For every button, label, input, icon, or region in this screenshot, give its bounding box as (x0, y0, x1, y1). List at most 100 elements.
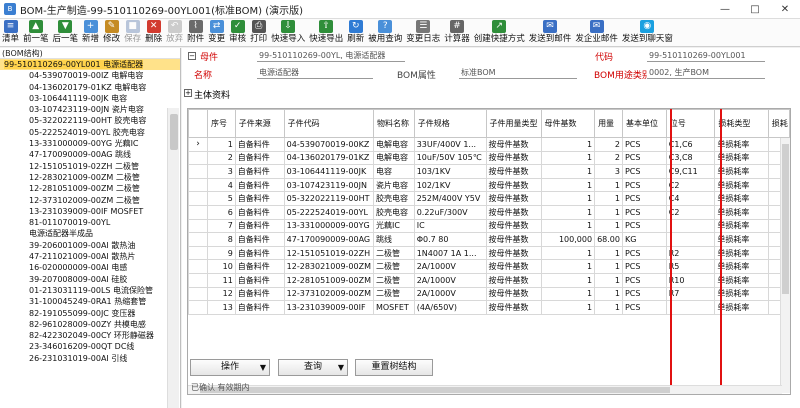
table-cell[interactable]: 3 (207, 164, 236, 179)
table-cell[interactable]: 自备料件 (234, 177, 285, 193)
table-cell[interactable] (665, 300, 716, 315)
table-cell[interactable]: 1 (540, 150, 596, 166)
tree-item[interactable]: 13-231039009-00IF MOSFET (0, 206, 180, 217)
row-selector[interactable] (188, 259, 208, 274)
table-cell[interactable]: 1 (594, 300, 623, 315)
minimize-button[interactable]: — (710, 0, 740, 19)
close-button[interactable]: ✕ (770, 0, 800, 19)
table-cell[interactable]: 13-331000009-00YG (283, 218, 374, 234)
table-cell[interactable]: 1 (594, 286, 623, 302)
query-button[interactable]: 查询 ▼ (278, 359, 348, 376)
table-cell[interactable]: 2A/1000V (413, 272, 487, 288)
table-row[interactable]: 6 自备料件 05-222524019-00YL 胶壳电容 0.22uF/300V 按母件… (188, 204, 790, 220)
table-cell[interactable]: C3,C8 (665, 150, 716, 166)
expand-icon[interactable]: + (184, 89, 192, 97)
code-field[interactable]: 99-510110269-00YL001 (647, 49, 765, 62)
tree-root-item[interactable]: 99-510110269-00YL001 电源适配器 (0, 59, 180, 71)
table-cell[interactable]: 按母件基数 (485, 191, 542, 206)
table-cell[interactable]: 33UF/400V 1... (413, 137, 487, 152)
table-cell[interactable]: 单损耗率 (714, 218, 769, 234)
table-cell[interactable]: 按母件基数 (485, 150, 542, 166)
column-header[interactable]: 序号 (207, 109, 236, 138)
table-cell[interactable]: 单损耗率 (714, 191, 769, 206)
table-cell[interactable]: 6 (207, 204, 236, 220)
row-selector[interactable] (188, 150, 208, 166)
table-cell[interactable]: 1 (540, 164, 596, 179)
tree-item[interactable]: 16-020000009-00AI 电感 (0, 262, 180, 273)
tree-item[interactable]: 82-191055099-00JC 变压器 (0, 308, 180, 319)
table-cell[interactable]: R7 (665, 286, 716, 302)
table-cell[interactable]: PCS (621, 150, 667, 166)
table-cell[interactable]: 05-322022119-00HT (283, 191, 374, 206)
table-cell[interactable]: 自备料件 (234, 191, 285, 206)
reset-tree-button[interactable]: 重置树结构 (355, 359, 433, 376)
table-cell[interactable]: C1,C6 (665, 137, 716, 152)
tree-item[interactable]: 12-151051019-02ZH 二极管 (0, 161, 180, 172)
table-row[interactable]: 13 自备料件 13-231039009-00IF MOSFET (4A/650V) 按母… (188, 300, 790, 315)
table-cell[interactable]: 光藕IC (372, 218, 415, 234)
table-cell[interactable]: 单损耗率 (714, 164, 769, 179)
column-header[interactable]: 子件代码 (283, 109, 374, 138)
table-cell[interactable]: 13 (207, 300, 236, 315)
column-header[interactable]: 损耗 (767, 109, 790, 138)
table-cell[interactable]: 电解电容 (372, 137, 415, 152)
row-selector[interactable] (188, 191, 208, 206)
table-cell[interactable]: 4 (207, 177, 236, 193)
shortcut-button[interactable]: ↗ 创建快捷方式 (472, 19, 527, 47)
table-cell[interactable]: 二极管 (372, 259, 415, 274)
table-cell[interactable]: 1 (594, 204, 623, 220)
name-field[interactable]: 电源适配器 (257, 66, 373, 79)
grid-horizontal-scrollbar[interactable] (188, 385, 782, 394)
table-cell[interactable]: 自备料件 (234, 204, 285, 220)
tree-item[interactable]: 47-170090009-00AG 跳线 (0, 149, 180, 160)
used-query-button[interactable]: ? 被用查询 (366, 19, 404, 47)
row-selector[interactable] (188, 300, 208, 315)
row-selector[interactable] (188, 177, 208, 193)
table-cell[interactable]: 二极管 (372, 286, 415, 302)
print-button[interactable]: ⎙ 打印 (248, 19, 269, 47)
table-cell[interactable]: 2 (207, 150, 236, 166)
row-selector[interactable] (188, 272, 208, 288)
bom-attr-field[interactable]: 标准BOM (459, 66, 577, 79)
table-cell[interactable]: 自备料件 (234, 218, 285, 234)
table-row[interactable]: 5 自备料件 05-322022119-00HT 胶壳电容 252M/400V Y5V 按… (188, 191, 790, 206)
audit-button[interactable]: ✓ 审核 (227, 19, 248, 47)
table-cell[interactable]: 按母件基数 (485, 286, 542, 302)
table-cell[interactable]: 1 (594, 191, 623, 206)
row-selector[interactable] (188, 218, 208, 234)
table-cell[interactable]: 13-231039009-00IF (283, 300, 374, 315)
table-cell[interactable]: 单损耗率 (714, 272, 769, 288)
abandon-button[interactable]: ↶ 放弃 (164, 19, 185, 47)
table-cell[interactable]: 二极管 (372, 272, 415, 288)
table-cell[interactable]: 252M/400V Y5V (413, 191, 487, 206)
column-header[interactable]: 子件规格 (413, 109, 487, 138)
table-cell[interactable]: 单损耗率 (714, 300, 769, 315)
tree-item[interactable]: 39-207008009-00AI 硅胶 (0, 274, 180, 285)
tree-scroll-thumb[interactable] (170, 114, 178, 150)
table-cell[interactable]: 按母件基数 (485, 177, 542, 193)
table-cell[interactable]: PCS (621, 137, 667, 152)
table-cell[interactable]: 2A/1000V (413, 259, 487, 274)
table-cell[interactable]: 12-151051019-02ZH (283, 245, 374, 261)
tree-item[interactable]: 47-211021009-00AI 散热片 (0, 251, 180, 262)
table-cell[interactable]: 二极管 (372, 245, 415, 261)
tree-item[interactable]: 39-206001009-00AI 散热油 (0, 240, 180, 251)
grid-vscroll-thumb[interactable] (782, 144, 789, 294)
table-cell[interactable]: KG (621, 232, 667, 247)
column-header[interactable]: 基本单位 (621, 109, 667, 138)
table-cell[interactable] (665, 232, 716, 247)
table-cell[interactable]: 1N4007 1A 1... (413, 245, 487, 261)
send-corp-mail-button[interactable]: ✉ 发企业邮件 (573, 19, 620, 47)
table-cell[interactable]: 单损耗率 (714, 286, 769, 302)
quick-export-button[interactable]: ⇧ 快速导出 (307, 19, 345, 47)
save-button[interactable]: ■ 保存 (122, 19, 143, 47)
table-cell[interactable]: 自备料件 (234, 286, 285, 302)
table-cell[interactable]: 单损耗率 (714, 259, 769, 274)
table-cell[interactable]: PCS (621, 259, 667, 274)
table-cell[interactable]: 按母件基数 (485, 232, 542, 247)
table-cell[interactable]: 单损耗率 (714, 232, 769, 247)
tree-item[interactable]: 04-539070019-00IZ 电解电容 (0, 70, 180, 81)
table-cell[interactable]: 按母件基数 (485, 259, 542, 274)
calculator-button[interactable]: # 计算器 (442, 19, 472, 47)
tree-item[interactable]: 01-213031119-00LS 电流保险管 (0, 285, 180, 296)
